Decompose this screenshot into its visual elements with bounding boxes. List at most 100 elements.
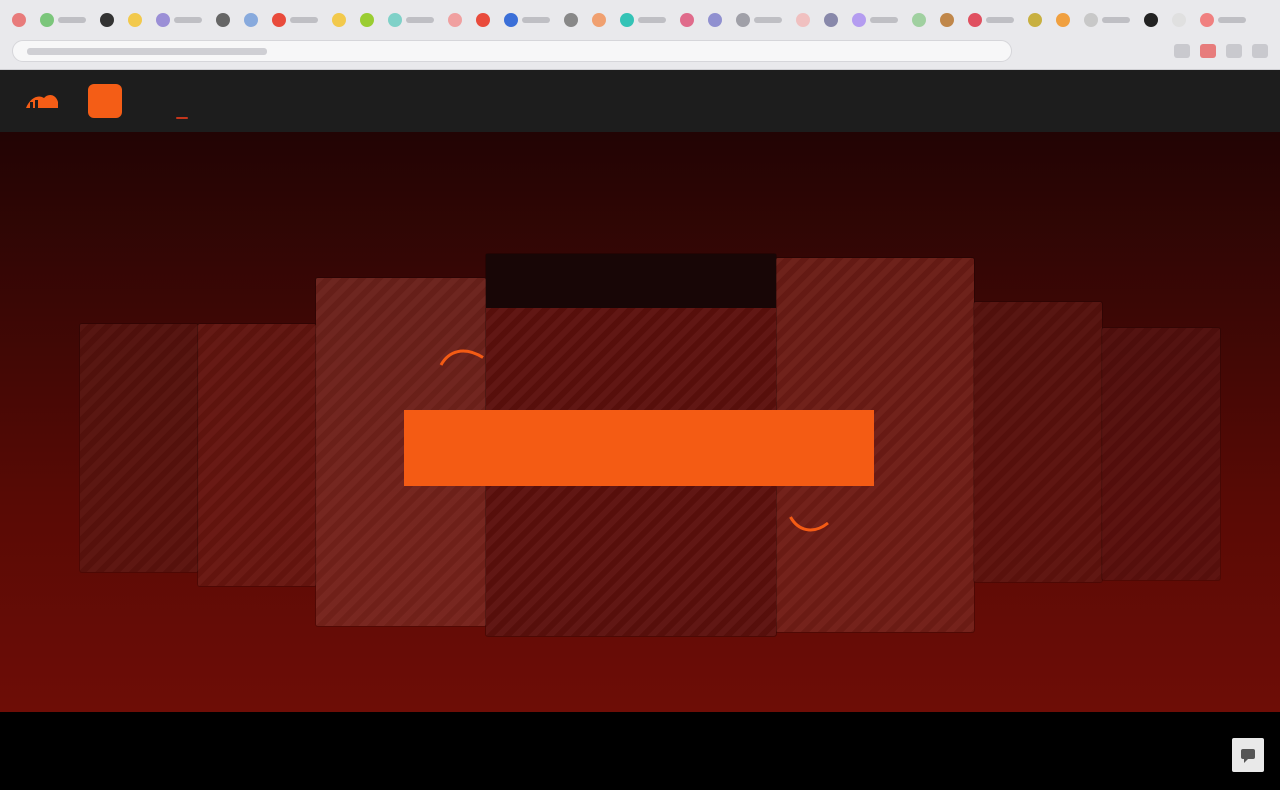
cta-button-right[interactable] (743, 440, 771, 456)
address-row (0, 38, 1280, 64)
comic-cover[interactable] (80, 324, 198, 572)
bookmark-favicon-icon (708, 13, 722, 27)
footer (0, 712, 1280, 790)
bookmark-item[interactable] (1052, 10, 1074, 30)
bookmark-favicon-icon (40, 13, 54, 27)
bookmark-item[interactable] (792, 10, 814, 30)
bookmark-favicon-icon (1028, 13, 1042, 27)
hero (0, 132, 1280, 712)
bookmark-label (174, 17, 202, 23)
chat-widget[interactable] (1232, 738, 1264, 772)
bookmark-item[interactable] (472, 10, 494, 30)
browser-toolbar-icons (1174, 44, 1268, 58)
bookmark-item[interactable] (820, 10, 842, 30)
bookmark-favicon-icon (968, 13, 982, 27)
bookmark-favicon-icon (504, 13, 518, 27)
bookmark-item[interactable] (36, 10, 90, 30)
bookmark-item[interactable] (384, 10, 438, 30)
cta-bar (404, 410, 874, 486)
site-nav (0, 70, 1280, 132)
chat-icon (1241, 749, 1255, 763)
bookmark-favicon-icon (680, 13, 694, 27)
bookmark-item[interactable] (1080, 10, 1134, 30)
bookmark-label (1218, 17, 1246, 23)
bookmark-favicon-icon (448, 13, 462, 27)
swoosh-icon (439, 349, 484, 366)
bookmark-item[interactable] (1024, 10, 1046, 30)
bookmark-favicon-icon (476, 13, 490, 27)
bookmark-favicon-icon (824, 13, 838, 27)
bookmark-favicon-icon (332, 13, 346, 27)
bookmark-label (290, 17, 318, 23)
bookmark-item[interactable] (212, 10, 234, 30)
bookmark-favicon-icon (736, 13, 750, 27)
bookmark-favicon-icon (388, 13, 402, 27)
corner-promo (58, 604, 198, 619)
bookmark-item[interactable] (848, 10, 902, 30)
bookmark-favicon-icon (940, 13, 954, 27)
bookmark-favicon-icon (12, 13, 26, 27)
profile-icon[interactable] (1200, 44, 1216, 58)
bookmark-label (58, 17, 86, 23)
bookmark-item[interactable] (732, 10, 786, 30)
bookmark-item[interactable] (560, 10, 582, 30)
address-bar[interactable] (12, 40, 1012, 62)
bookmark-item[interactable] (8, 10, 30, 30)
new-badge (176, 117, 188, 119)
bookmark-item[interactable] (908, 10, 930, 30)
bookmarks-bar (0, 8, 1280, 32)
bookmark-item[interactable] (328, 10, 350, 30)
bookmark-item[interactable] (152, 10, 206, 30)
menu-icon[interactable] (1252, 44, 1268, 58)
cta-button-left[interactable] (508, 440, 536, 456)
browser-chrome (0, 0, 1280, 70)
bookmark-favicon-icon (272, 13, 286, 27)
bookmark-favicon-icon (852, 13, 866, 27)
swoosh-icon (789, 516, 829, 532)
bookmark-label (986, 17, 1014, 23)
bookmark-favicon-icon (216, 13, 230, 27)
featured-cover-title (498, 314, 766, 346)
bookmark-favicon-icon (1056, 13, 1070, 27)
bookmark-item[interactable] (268, 10, 322, 30)
bookmark-item[interactable] (96, 10, 118, 30)
bookmark-item[interactable] (1140, 10, 1162, 30)
brand[interactable] (24, 90, 70, 112)
bookmark-item[interactable] (616, 10, 670, 30)
brand-badge[interactable] (88, 84, 122, 118)
comic-cover[interactable] (198, 324, 316, 586)
extension-icon[interactable] (1226, 44, 1242, 58)
bookmark-favicon-icon (128, 13, 142, 27)
bookmark-favicon-icon (1200, 13, 1214, 27)
bookmark-item[interactable] (500, 10, 554, 30)
brand-logo-icon (24, 90, 60, 112)
bookmark-item[interactable] (704, 10, 726, 30)
bookmark-favicon-icon (1172, 13, 1186, 27)
bookmark-item[interactable] (964, 10, 1018, 30)
comic-cover[interactable] (974, 302, 1102, 582)
bookmark-label (522, 17, 550, 23)
bookmark-item[interactable] (1196, 10, 1250, 30)
bookmark-favicon-icon (100, 13, 114, 27)
featured-cover-header (486, 254, 776, 308)
bookmark-item[interactable] (676, 10, 698, 30)
bookmark-item[interactable] (444, 10, 466, 30)
bookmark-favicon-icon (564, 13, 578, 27)
bookmark-item[interactable] (124, 10, 146, 30)
bookmark-item[interactable] (936, 10, 958, 30)
bookmark-favicon-icon (620, 13, 634, 27)
bookmark-item[interactable] (356, 10, 378, 30)
bookmark-favicon-icon (156, 13, 170, 27)
bookmark-favicon-icon (912, 13, 926, 27)
bookmark-favicon-icon (592, 13, 606, 27)
bookmark-label (406, 17, 434, 23)
bookmark-item[interactable] (240, 10, 262, 30)
nav-menu (144, 100, 240, 119)
extension-icon[interactable] (1174, 44, 1190, 58)
bookmark-favicon-icon (1084, 13, 1098, 27)
bookmark-item[interactable] (1168, 10, 1190, 30)
bookmark-favicon-icon (1144, 13, 1158, 27)
comic-cover[interactable] (1102, 328, 1220, 580)
bookmark-item[interactable] (588, 10, 610, 30)
bookmark-label (754, 17, 782, 23)
